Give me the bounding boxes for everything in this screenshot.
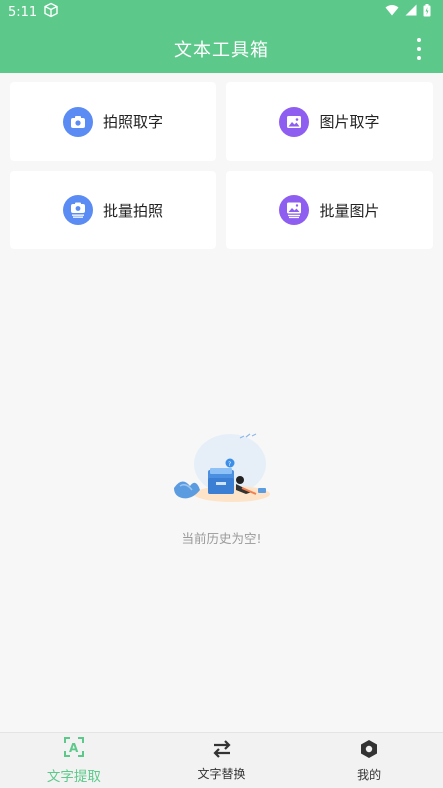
nav-mine[interactable]: 我的 [295,733,443,788]
text-scan-icon: A [63,736,84,761]
image-extract-card[interactable]: 图片取字 [226,82,433,161]
batch-photo-card[interactable]: 批量拍照 [10,171,216,249]
more-vert-icon[interactable] [409,38,429,60]
batch-image-card[interactable]: 批量图片 [226,171,433,249]
svg-text:?: ? [228,461,231,468]
nav-text-extract-label: 文字提取 [46,768,101,785]
swap-icon [212,739,232,761]
nav-text-replace[interactable]: 文字替换 [148,733,296,788]
wifi-icon [385,4,399,20]
battery-icon [423,3,431,21]
batch-photo-label: 批量拍照 [102,201,163,220]
nav-text-replace-label: 文字替换 [197,766,246,781]
batch-image-icon [279,195,310,225]
nav-mine-label: 我的 [357,767,382,782]
status-bar: 5:11 [0,0,443,24]
package-icon [43,2,59,22]
image-icon [279,106,310,137]
camera-icon [62,106,93,137]
hexagon-settings-icon [359,739,379,762]
photo-extract-card[interactable]: 拍照取字 [10,82,216,161]
svg-text:A: A [69,741,79,755]
batch-camera-icon [62,195,93,225]
bottom-nav: A 文字提取 文字替换 我的 [0,732,443,788]
empty-state-illustration: ? [170,428,270,514]
app-title: 文本工具箱 [174,39,269,61]
app-bar: 文本工具箱 [0,24,443,73]
empty-state-text: 当前历史为空! [181,531,262,546]
image-extract-label: 图片取字 [319,113,380,131]
photo-extract-label: 拍照取字 [102,113,163,131]
signal-icon [405,4,417,20]
nav-text-extract[interactable]: A 文字提取 [0,733,148,788]
batch-image-label: 批量图片 [319,201,380,220]
status-time: 5:11 [8,4,38,20]
